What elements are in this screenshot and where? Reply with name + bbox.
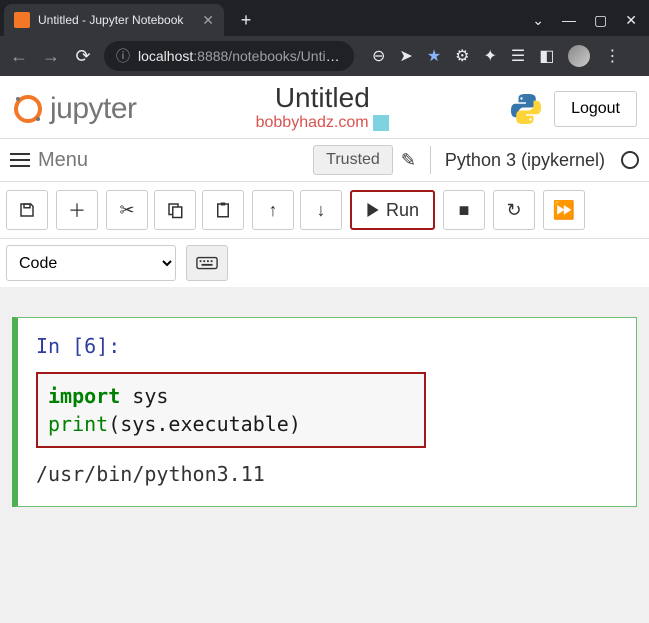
cube-icon [373, 115, 389, 131]
new-tab-button[interactable]: + [232, 6, 260, 34]
browser-tab[interactable]: Untitled - Jupyter Notebook ✕ [4, 4, 224, 36]
site-info-icon[interactable]: ⓘ [116, 46, 130, 66]
window-minimize-icon[interactable]: — [562, 12, 576, 29]
input-prompt: In [6]: [36, 334, 618, 358]
notebook-subtitle: bobbyhadz.com [147, 114, 499, 132]
zoom-icon[interactable]: ⊖ [372, 46, 385, 66]
menubar: Menu Trusted ✎ Python 3 (ipykernel) [0, 138, 649, 182]
paste-icon [214, 201, 232, 219]
notebook-title-wrap: Untitled bobbyhadz.com [147, 82, 499, 132]
move-down-button[interactable]: ↓ [300, 190, 342, 230]
copy-button[interactable] [154, 190, 196, 230]
url-text: localhost:8888/notebooks/Untit… [138, 48, 342, 64]
jupyter-logo-icon [12, 93, 44, 125]
logout-button[interactable]: Logout [554, 91, 637, 127]
browser-chrome: Untitled - Jupyter Notebook ✕ + ⌄ — ▢ ✕ … [0, 0, 649, 76]
code-cell[interactable]: In [6]: import sys print(sys.executable)… [12, 317, 637, 507]
insert-cell-button[interactable]: ＋ [56, 190, 98, 230]
keyboard-icon [196, 256, 218, 270]
save-button[interactable] [6, 190, 48, 230]
save-icon [18, 201, 36, 219]
cell-output: /usr/bin/python3.11 [36, 462, 618, 486]
command-palette-button[interactable] [186, 245, 228, 281]
trusted-button[interactable]: Trusted [313, 145, 393, 175]
forward-button[interactable]: → [40, 46, 62, 67]
cell-type-select[interactable]: Code [6, 245, 176, 281]
reader-icon[interactable]: ☰ [511, 46, 525, 66]
python-logo-icon [508, 91, 544, 127]
kernel-name[interactable]: Python 3 (ipykernel) [445, 150, 605, 171]
window-maximize-icon[interactable]: ▢ [594, 12, 607, 29]
share-icon[interactable]: ➤ [399, 46, 412, 66]
tab-title: Untitled - Jupyter Notebook [38, 13, 194, 27]
menu-button[interactable]: Menu [10, 149, 88, 172]
bookmark-star-icon[interactable]: ★ [427, 46, 441, 66]
browser-tabbar: Untitled - Jupyter Notebook ✕ + ⌄ — ▢ ✕ [0, 0, 649, 36]
move-up-button[interactable]: ↑ [252, 190, 294, 230]
back-button[interactable]: ← [8, 46, 30, 67]
edit-icon[interactable]: ✎ [401, 150, 416, 171]
menu-label: Menu [38, 149, 88, 172]
jupyter-favicon [14, 12, 30, 28]
hamburger-icon [10, 153, 30, 167]
notebook-title[interactable]: Untitled [147, 82, 499, 114]
kebab-menu-icon[interactable]: ⋮ [604, 46, 620, 66]
toolbar: ＋ ✂ ↑ ↓ Run ■ ↻ ⏩ [0, 182, 649, 239]
profile-avatar[interactable] [568, 45, 590, 67]
toolbar-row-2: Code [0, 239, 649, 287]
interrupt-button[interactable]: ■ [443, 190, 485, 230]
restart-run-all-button[interactable]: ⏩ [543, 190, 585, 230]
address-bar: ← → ⟳ ⓘ localhost:8888/notebooks/Untit… … [0, 36, 649, 76]
divider [430, 146, 431, 174]
play-icon [366, 203, 380, 217]
url-field[interactable]: ⓘ localhost:8888/notebooks/Untit… [104, 41, 354, 71]
window-close-icon[interactable]: ✕ [625, 12, 637, 29]
extensions-icon[interactable]: ✦ [484, 46, 497, 66]
notebook-area: In [6]: import sys print(sys.executable)… [0, 287, 649, 567]
notebook-header: jupyter Untitled bobbyhadz.com Logout [0, 76, 649, 138]
code-input[interactable]: import sys print(sys.executable) [36, 372, 426, 448]
copy-icon [166, 201, 184, 219]
paste-button[interactable] [202, 190, 244, 230]
window-dropdown-icon[interactable]: ⌄ [532, 12, 544, 29]
cut-button[interactable]: ✂ [106, 190, 148, 230]
reload-button[interactable]: ⟳ [72, 46, 94, 67]
run-label: Run [386, 200, 419, 221]
tab-close-icon[interactable]: ✕ [202, 12, 214, 29]
jupyter-wordmark: jupyter [50, 92, 137, 126]
kernel-indicator-icon[interactable] [621, 151, 639, 169]
run-button[interactable]: Run [350, 190, 435, 230]
address-bar-actions: ⊖ ➤ ★ ⚙ ✦ ☰ ◧ ⋮ [372, 45, 620, 67]
jupyter-logo[interactable]: jupyter [12, 92, 137, 126]
panel-icon[interactable]: ◧ [539, 46, 554, 66]
translate-icon[interactable]: ⚙ [455, 46, 469, 66]
window-controls: ⌄ — ▢ ✕ [532, 12, 649, 29]
notebook-page: jupyter Untitled bobbyhadz.com Logout Me… [0, 76, 649, 567]
restart-button[interactable]: ↻ [493, 190, 535, 230]
